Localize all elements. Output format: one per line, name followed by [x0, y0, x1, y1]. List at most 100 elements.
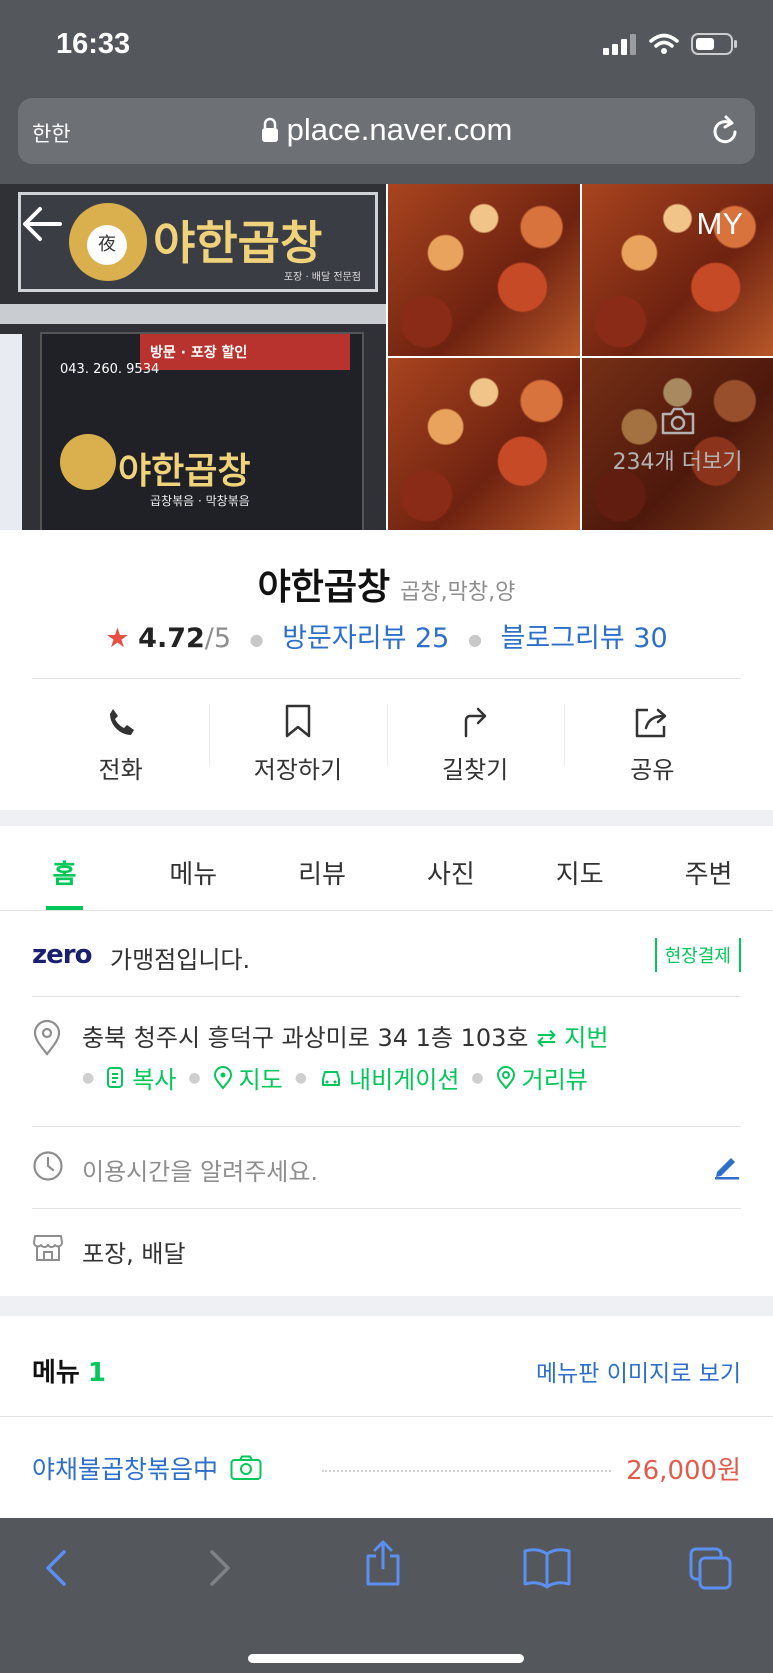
menu-item-name: 야채불곱창볶음中	[32, 1455, 219, 1484]
wifi-icon	[649, 33, 679, 54]
food-photo-1[interactable]	[388, 184, 580, 356]
more-photos-button[interactable]: 234개 더보기	[582, 358, 773, 530]
home-indicator	[248, 1654, 524, 1663]
section-gap	[0, 1296, 773, 1316]
services-text: 포장, 배달	[82, 1240, 186, 1268]
delivery-sticker	[0, 334, 22, 530]
menu-count: 1	[87, 1358, 106, 1388]
store-phone: 043. 260. 9534	[60, 362, 160, 377]
store-sign: 夜 야한곱창 포장 · 배달 전문점	[18, 192, 378, 292]
divider	[32, 1208, 741, 1209]
rating-max: /5	[204, 623, 232, 654]
camera-icon	[230, 1455, 262, 1480]
street-view-label: 거리뷰	[521, 1066, 588, 1094]
tab-menu[interactable]: 메뉴	[129, 826, 258, 910]
address-bar[interactable]: 한한 place.naver.com	[18, 98, 755, 164]
separator-dot: ●	[249, 630, 264, 649]
sign2-logo	[60, 434, 116, 490]
share-sheet-icon[interactable]	[362, 1538, 404, 1588]
forward-icon[interactable]	[204, 1546, 236, 1590]
sign-subtitle: 포장 · 배달 전문점	[283, 272, 361, 283]
reload-icon[interactable]	[709, 114, 741, 148]
browser-address-area: 한한 place.naver.com	[0, 92, 773, 184]
sign2-subtitle: 곱창볶음 · 막창볶음	[150, 494, 250, 508]
map-link[interactable]: 지도	[213, 1060, 283, 1095]
zero-pay-row: zero 가맹점입니다. 현장결제	[32, 912, 741, 997]
rating-row: ★ 4.72/5 ● 방문자리뷰 25 ● 블로그리뷰 30	[0, 616, 773, 655]
services-row: 포장, 배달	[32, 1210, 741, 1294]
directions-icon	[464, 707, 487, 738]
jibun-toggle[interactable]: ⇄ 지번	[537, 1024, 609, 1052]
awning	[0, 304, 386, 324]
street-view-icon	[496, 1065, 515, 1090]
map-label: 지도	[238, 1066, 283, 1094]
menu-title: 메뉴 1	[32, 1352, 106, 1389]
separator-dot: ●	[188, 1069, 201, 1086]
directions-label: 길찾기	[442, 756, 509, 784]
hours-placeholder: 이용시간을 알려주세요.	[82, 1158, 319, 1186]
more-photos-overlay: 234개 더보기	[582, 406, 773, 476]
storefront-photo[interactable]: 夜 야한곱창 포장 · 배달 전문점 방문 · 포장 할인 043. 260. …	[0, 184, 386, 530]
tab-review[interactable]: 리뷰	[258, 826, 387, 910]
hours-row[interactable]: 이용시간을 알려주세요.	[32, 1128, 741, 1208]
divider	[0, 1416, 773, 1417]
menu-title-text: 메뉴	[32, 1358, 80, 1388]
place-category: 곱창,막창,양	[400, 580, 516, 605]
photo-gallery: 夜 야한곱창 포장 · 배달 전문점 방문 · 포장 할인 043. 260. …	[0, 184, 773, 530]
save-button[interactable]: 저장하기	[209, 690, 386, 800]
food-photo-2[interactable]: MY	[582, 184, 773, 356]
tab-photo[interactable]: 사진	[386, 826, 515, 910]
back-icon[interactable]	[40, 1546, 72, 1590]
more-photos-label: 234개 더보기	[612, 450, 743, 475]
food-photo-3[interactable]	[388, 358, 580, 530]
status-icons	[603, 32, 739, 56]
browser-toolbar	[0, 1518, 773, 1673]
call-label: 전화	[98, 756, 143, 784]
status-bar: 16:33	[0, 0, 773, 92]
copy-address-button[interactable]: 복사	[106, 1060, 176, 1095]
copy-icon	[107, 1066, 124, 1088]
divider	[32, 678, 741, 679]
directions-button[interactable]: 길찾기	[386, 690, 564, 800]
call-button[interactable]: 전화	[32, 690, 209, 800]
share-icon	[636, 708, 667, 738]
divider	[32, 1126, 741, 1127]
clock-icon	[33, 1151, 63, 1181]
copy-label: 복사	[132, 1066, 177, 1094]
blog-reviews-link[interactable]: 블로그리뷰 30	[501, 623, 668, 654]
share-button[interactable]: 공유	[563, 690, 741, 800]
separator-dot: ●	[82, 1069, 95, 1086]
tabs-icon[interactable]	[688, 1546, 734, 1592]
place-title: 야한곱창 곱창,막창,양	[0, 558, 773, 610]
menu-item-price: 26,000원	[626, 1456, 741, 1486]
location-pin-icon	[33, 1020, 61, 1056]
status-time: 16:33	[56, 28, 131, 60]
star-icon: ★	[105, 623, 130, 654]
discount-banner: 방문 · 포장 할인	[140, 334, 350, 370]
menu-header: 메뉴 1 메뉴판 이미지로 보기	[32, 1316, 741, 1416]
tab-nearby[interactable]: 주변	[644, 826, 773, 910]
street-view-link[interactable]: 거리뷰	[496, 1060, 588, 1095]
bookmarks-icon[interactable]	[522, 1546, 572, 1590]
rating-score: 4.72	[138, 623, 205, 654]
tab-home[interactable]: 홈	[0, 826, 129, 910]
camera-icon	[661, 407, 694, 435]
visitor-reviews-link[interactable]: 방문자리뷰 25	[282, 623, 449, 654]
onsite-payment-badge: 현장결제	[654, 938, 741, 972]
menu-item[interactable]: 야채불곱창볶음中 26,000원	[32, 1418, 741, 1518]
sign2-name: 야한곱창	[118, 451, 251, 492]
tab-map[interactable]: 지도	[515, 826, 644, 910]
menu-board-link[interactable]: 메뉴판 이미지로 보기	[536, 1354, 741, 1388]
navigation-link[interactable]: 내비게이션	[319, 1060, 459, 1095]
sign-name: 야한곱창	[153, 216, 323, 270]
leader-dots	[322, 1470, 611, 1472]
menu-item-name-row: 야채불곱창볶음中	[32, 1450, 262, 1486]
car-icon	[322, 1070, 340, 1086]
separator-dot: ●	[294, 1069, 307, 1086]
my-button[interactable]: MY	[697, 206, 744, 242]
pencil-icon[interactable]	[713, 1152, 741, 1180]
url-display[interactable]: place.naver.com	[18, 112, 755, 148]
back-arrow-icon[interactable]	[20, 204, 64, 244]
save-label: 저장하기	[253, 756, 343, 784]
phone-icon	[109, 709, 134, 735]
